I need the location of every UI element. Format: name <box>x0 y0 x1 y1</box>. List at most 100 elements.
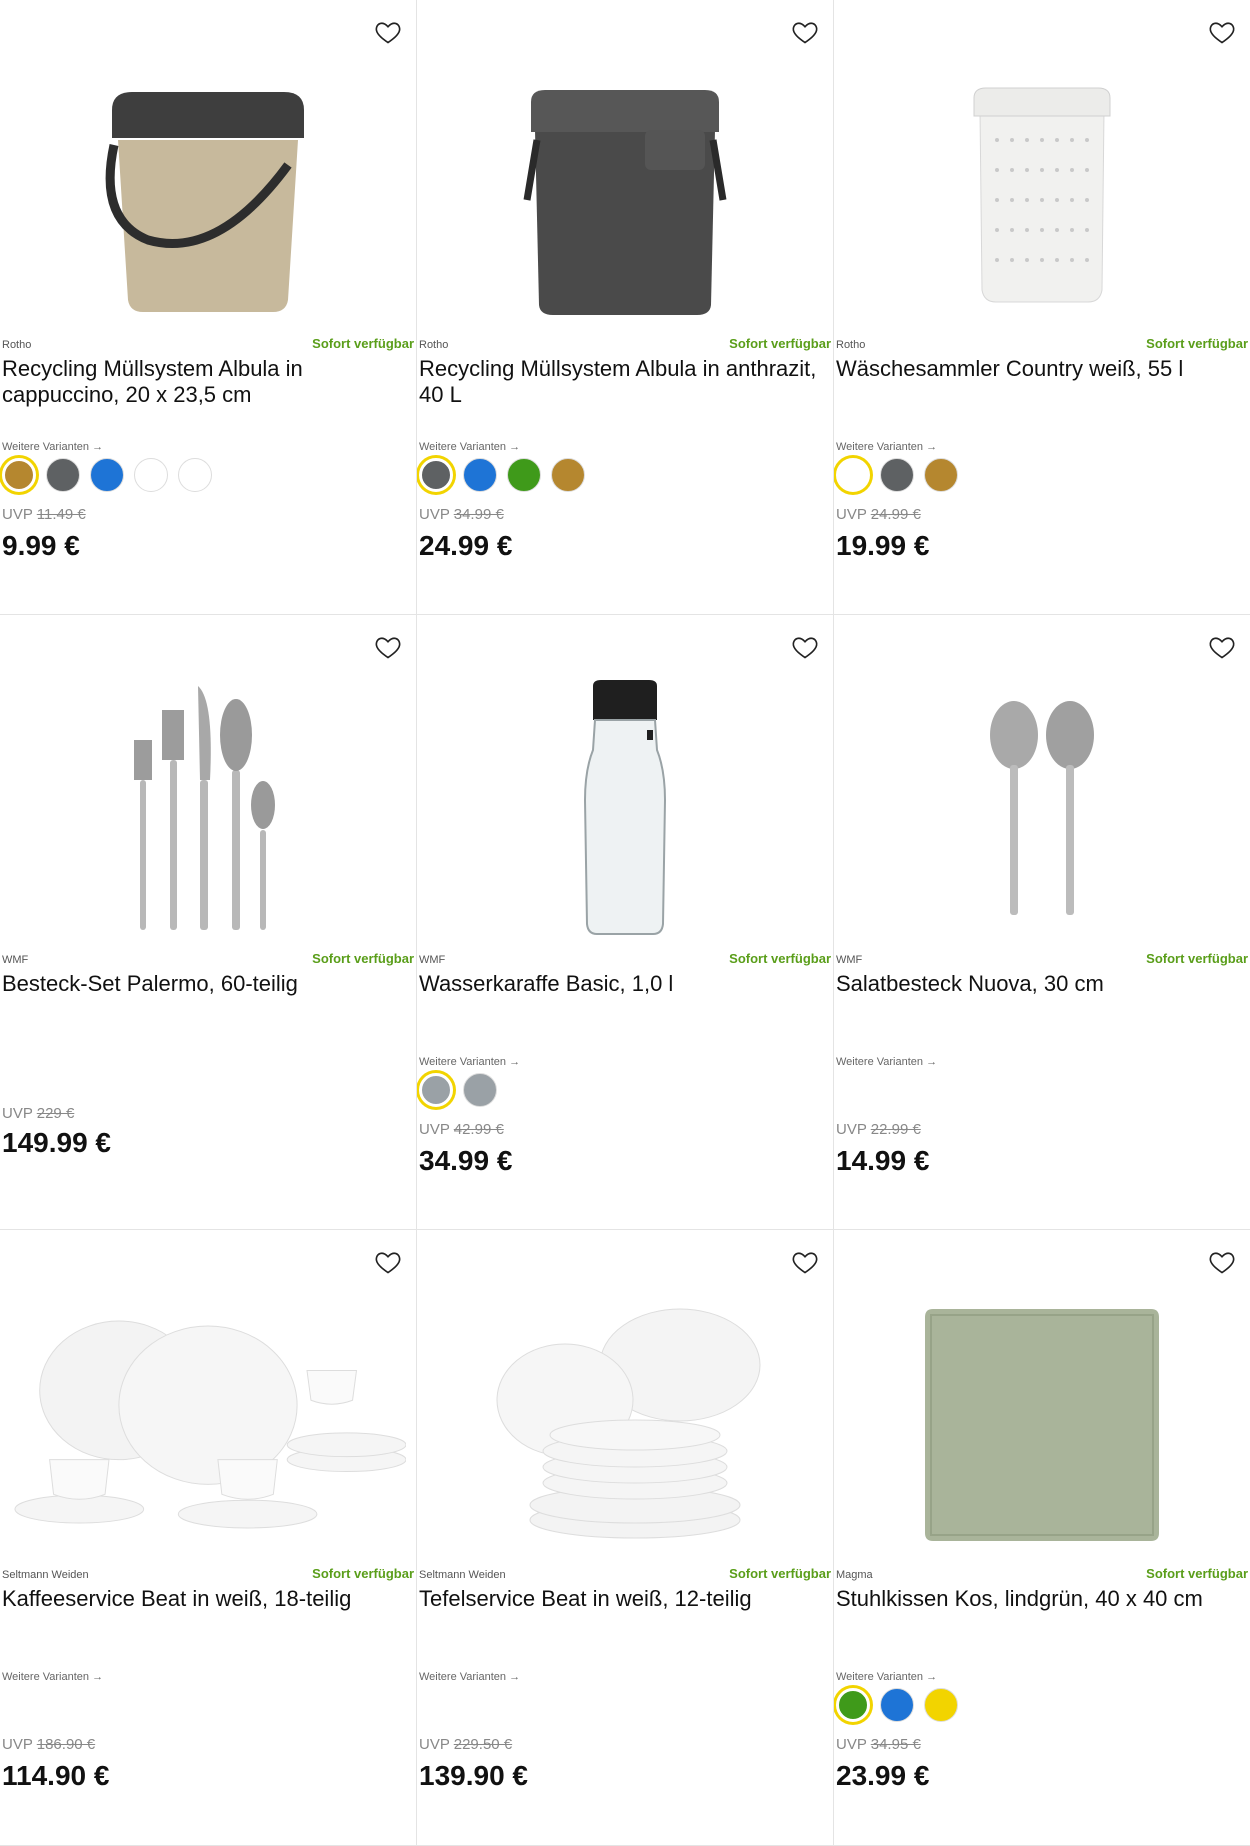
heart-icon[interactable] <box>1208 18 1236 46</box>
color-swatch[interactable] <box>90 458 124 492</box>
more-variants-link[interactable]: Weitere Varianten → <box>836 441 937 453</box>
uvp-price: UVP 229.50 € <box>419 1736 512 1753</box>
product-title[interactable]: Wasserkaraffe Basic, 1,0 l <box>419 971 829 997</box>
uvp-label: UVP <box>419 1736 450 1753</box>
color-swatch[interactable] <box>46 458 80 492</box>
product-title[interactable]: Wäschesammler Country weiß, 55 l <box>836 356 1246 382</box>
product-title[interactable]: Kaffeeservice Beat in weiß, 18-teilig <box>2 1586 412 1612</box>
product-card[interactable]: WMF Sofort verfügbar Salatbesteck Nuova,… <box>834 615 1250 1230</box>
availability-badge: Sofort verfügbar <box>729 1566 831 1581</box>
product-title[interactable]: Stuhlkissen Kos, lindgrün, 40 x 40 cm <box>836 1586 1246 1612</box>
heart-icon[interactable] <box>374 1248 402 1276</box>
product-title[interactable]: Besteck-Set Palermo, 60-teilig <box>2 971 412 997</box>
uvp-label: UVP <box>2 1736 33 1753</box>
availability-badge: Sofort verfügbar <box>312 1566 414 1581</box>
product-card[interactable]: Seltmann Weiden Sofort verfügbar Kaffees… <box>0 1230 417 1846</box>
product-card[interactable]: WMF Sofort verfügbar Wasserkaraffe Basic… <box>417 615 834 1230</box>
color-swatch[interactable] <box>880 458 914 492</box>
color-swatches <box>836 458 958 492</box>
uvp-old-price: 11.49 € <box>36 506 86 523</box>
color-swatch[interactable] <box>463 458 497 492</box>
color-swatch[interactable] <box>880 1688 914 1722</box>
brand-label: Rotho <box>836 339 866 351</box>
color-swatch[interactable] <box>419 1073 453 1107</box>
heart-icon[interactable] <box>374 18 402 46</box>
color-swatch[interactable] <box>551 458 585 492</box>
availability-badge: Sofort verfügbar <box>729 336 831 351</box>
brand-label: WMF <box>419 954 446 966</box>
color-swatch[interactable] <box>463 1073 497 1107</box>
heart-icon[interactable] <box>791 18 819 46</box>
product-card[interactable]: Seltmann Weiden Sofort verfügbar Tefelse… <box>417 1230 834 1846</box>
brand-label: Rotho <box>419 339 449 351</box>
uvp-old-price: 229 € <box>36 1105 75 1122</box>
uvp-price: UVP 229 € <box>2 1105 74 1122</box>
uvp-old-price: 34.99 € <box>453 506 504 523</box>
product-card[interactable]: Magma Sofort verfügbar Stuhlkissen Kos, … <box>834 1230 1250 1846</box>
product-image[interactable] <box>457 675 793 945</box>
more-variants-link[interactable]: Weitere Varianten → <box>419 1671 520 1683</box>
product-image[interactable] <box>874 675 1210 945</box>
color-swatch[interactable] <box>178 458 212 492</box>
brand-label: Seltmann Weiden <box>419 1569 506 1581</box>
color-swatches <box>836 1688 958 1722</box>
uvp-price: UVP 22.99 € <box>836 1121 921 1138</box>
color-swatch[interactable] <box>836 458 870 492</box>
product-card[interactable]: Rotho Sofort verfügbar Recycling Müllsys… <box>417 0 834 615</box>
product-image[interactable] <box>874 60 1210 330</box>
availability-badge: Sofort verfügbar <box>1146 336 1248 351</box>
product-title[interactable]: Recycling Müllsystem Albula in anthrazit… <box>419 356 829 408</box>
color-swatch[interactable] <box>2 458 36 492</box>
product-image[interactable] <box>457 1290 793 1560</box>
brand-label: Rotho <box>2 339 32 351</box>
product-title[interactable]: Tefelservice Beat in weiß, 12-teilig <box>419 1586 829 1612</box>
product-title[interactable]: Recycling Müllsystem Albula in cappuccin… <box>2 356 412 408</box>
uvp-price: UVP 34.95 € <box>836 1736 921 1753</box>
more-variants-link[interactable]: Weitere Varianten → <box>2 1671 103 1683</box>
current-price: 9.99 € <box>2 530 80 561</box>
heart-icon[interactable] <box>1208 1248 1236 1276</box>
color-swatch[interactable] <box>419 458 453 492</box>
uvp-label: UVP <box>836 506 867 523</box>
more-variants-link[interactable]: Weitere Varianten → <box>419 441 520 453</box>
color-swatch[interactable] <box>924 458 958 492</box>
product-card[interactable]: Rotho Sofort verfügbar Recycling Müllsys… <box>0 0 417 615</box>
more-variants-link[interactable]: Weitere Varianten → <box>836 1056 937 1068</box>
current-price: 14.99 € <box>836 1145 930 1176</box>
brand-label: Magma <box>836 1569 873 1581</box>
product-title[interactable]: Salatbesteck Nuova, 30 cm <box>836 971 1246 997</box>
more-variants-link[interactable]: Weitere Varianten → <box>419 1056 520 1068</box>
uvp-price: UVP 186.90 € <box>2 1736 95 1753</box>
availability-badge: Sofort verfügbar <box>312 951 414 966</box>
more-variants-link[interactable]: Weitere Varianten → <box>836 1671 937 1683</box>
availability-badge: Sofort verfügbar <box>729 951 831 966</box>
product-image[interactable] <box>874 1290 1210 1560</box>
product-image[interactable] <box>40 60 376 330</box>
uvp-old-price: 22.99 € <box>870 1121 921 1138</box>
uvp-old-price: 34.95 € <box>870 1736 921 1753</box>
brand-label: Seltmann Weiden <box>2 1569 89 1581</box>
uvp-old-price: 42.99 € <box>453 1121 504 1138</box>
heart-icon[interactable] <box>791 633 819 661</box>
color-swatch[interactable] <box>134 458 168 492</box>
current-price: 34.99 € <box>419 1145 513 1176</box>
heart-icon[interactable] <box>374 633 402 661</box>
uvp-label: UVP <box>836 1121 867 1138</box>
heart-icon[interactable] <box>791 1248 819 1276</box>
uvp-label: UVP <box>836 1736 867 1753</box>
heart-icon[interactable] <box>1208 633 1236 661</box>
color-swatch[interactable] <box>507 458 541 492</box>
brand-label: WMF <box>836 954 863 966</box>
product-image[interactable] <box>10 1290 406 1560</box>
color-swatch[interactable] <box>836 1688 870 1722</box>
product-image[interactable] <box>457 60 793 330</box>
uvp-price: UVP 42.99 € <box>419 1121 504 1138</box>
product-card[interactable]: WMF Sofort verfügbar Besteck-Set Palermo… <box>0 615 417 1230</box>
uvp-label: UVP <box>2 1105 33 1122</box>
color-swatch[interactable] <box>924 1688 958 1722</box>
more-variants-link[interactable]: Weitere Varianten → <box>2 441 103 453</box>
availability-badge: Sofort verfügbar <box>1146 1566 1248 1581</box>
product-image[interactable] <box>40 675 376 945</box>
current-price: 149.99 € <box>2 1127 111 1158</box>
product-card[interactable]: Rotho Sofort verfügbar Wäschesammler Cou… <box>834 0 1250 615</box>
